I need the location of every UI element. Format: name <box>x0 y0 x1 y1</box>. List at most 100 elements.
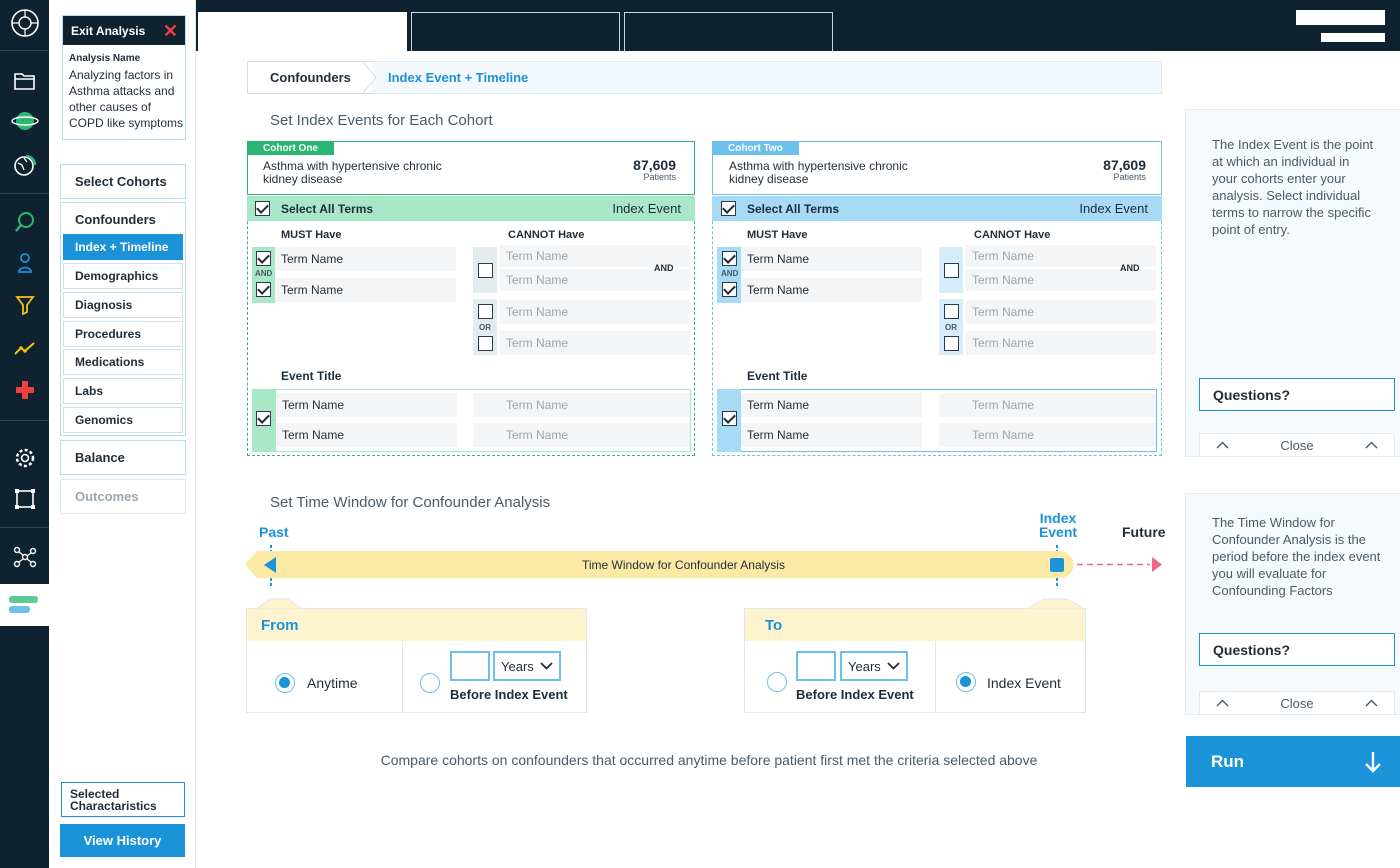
to-unit-select[interactable]: Years <box>840 651 908 681</box>
to-before-label: Before Index Event <box>796 687 914 702</box>
cannot-term-checkbox[interactable] <box>944 304 959 319</box>
chevron-down-icon <box>887 662 900 670</box>
cannot-term-checkbox[interactable] <box>944 263 959 278</box>
cannot-have-label: CANNOT Have <box>508 229 585 241</box>
globe-network-icon[interactable] <box>0 106 49 136</box>
term-field[interactable]: Term Name <box>741 247 922 271</box>
term-field[interactable]: Term Name <box>276 393 457 417</box>
analysis-tab-active[interactable] <box>0 584 49 626</box>
must-term-checkbox[interactable] <box>722 282 737 297</box>
balance-button[interactable]: Balance <box>60 440 186 475</box>
top-tab[interactable] <box>624 12 833 51</box>
medical-cross-icon[interactable] <box>0 375 49 405</box>
sub-genomics[interactable]: Genomics <box>63 407 183 433</box>
sub-diagnosis[interactable]: Diagnosis <box>63 292 183 318</box>
term-field[interactable]: Term Name <box>741 278 922 302</box>
term-field[interactable]: Term Name <box>939 393 1156 417</box>
from-unit-select[interactable]: Years <box>493 651 561 681</box>
to-index-event-radio[interactable] <box>956 672 976 692</box>
cohort-one-name: Asthma with hypertensive chronic kidney … <box>263 159 442 186</box>
time-section-title: Set Time Window for Confounder Analysis <box>270 494 551 511</box>
breadcrumb-confounders[interactable]: Confounders <box>247 61 372 94</box>
term-field[interactable]: Term Name <box>741 393 922 417</box>
cannot-term-checkbox[interactable] <box>478 304 493 319</box>
close-help-button[interactable]: Close <box>1199 433 1395 457</box>
exit-analysis-button[interactable]: Exit Analysis ✕ <box>63 16 185 45</box>
close-icon[interactable]: ✕ <box>163 21 178 42</box>
index-event-handle[interactable] <box>1050 558 1064 572</box>
and-label: AND <box>255 269 273 278</box>
from-years-input[interactable] <box>450 651 490 681</box>
user-name-block[interactable] <box>1296 10 1385 25</box>
chevron-down-icon <box>540 662 553 670</box>
sub-demographics[interactable]: Demographics <box>63 263 183 289</box>
outcomes-button[interactable]: Outcomes <box>60 479 186 514</box>
network-icon[interactable] <box>0 542 49 572</box>
cannot-term-checkbox[interactable] <box>478 336 493 351</box>
and-label: AND <box>721 269 739 278</box>
must-term-checkbox[interactable] <box>256 282 271 297</box>
term-field[interactable]: Term Name <box>473 393 690 417</box>
sub-procedures[interactable]: Procedures <box>63 321 183 347</box>
questions-button[interactable]: Questions? <box>1199 378 1395 411</box>
from-before-label: Before Index Event <box>450 687 568 702</box>
term-field[interactable]: Term Name <box>966 300 1156 324</box>
cohort-one-select-all-row[interactable]: Select All Terms Index Event <box>247 196 695 221</box>
must-have-label: MUST Have <box>747 229 808 241</box>
chevron-up-icon <box>1216 441 1229 449</box>
trend-line-icon[interactable] <box>0 333 49 363</box>
chevron-up-icon <box>1365 699 1378 707</box>
cohort-two-select-all-row[interactable]: Select All Terms Index Event <box>712 196 1162 221</box>
must-term-checkbox[interactable] <box>722 251 737 266</box>
globe-icon[interactable] <box>0 150 49 180</box>
term-field[interactable]: Term Name <box>276 423 457 447</box>
user-role-block <box>1321 33 1385 42</box>
questions-button[interactable]: Questions? <box>1199 633 1395 666</box>
close-help-button[interactable]: Close <box>1199 691 1395 715</box>
must-term-checkbox[interactable] <box>256 251 271 266</box>
view-history-button[interactable]: View History <box>60 824 185 857</box>
from-before-radio[interactable] <box>420 673 440 693</box>
term-field[interactable]: Term Name <box>275 278 456 302</box>
to-before-radio[interactable] <box>767 672 787 692</box>
to-years-input[interactable] <box>796 651 836 681</box>
cohort-two-panel: Cohort Two Asthma with hypertensive chro… <box>712 141 1162 456</box>
search-icon[interactable] <box>0 207 49 237</box>
term-field[interactable]: Term Name <box>966 331 1156 355</box>
select-all-checkbox[interactable] <box>721 201 736 216</box>
folder-icon[interactable] <box>0 66 49 96</box>
logo-icon[interactable] <box>0 8 49 38</box>
breadcrumb-index-event[interactable]: Index Event + Timeline <box>388 70 528 85</box>
term-field[interactable]: Term Name <box>741 423 922 447</box>
to-unit-value: Years <box>848 658 881 674</box>
sub-labs[interactable]: Labs <box>63 378 183 404</box>
sub-medications[interactable]: Medications <box>63 349 183 375</box>
filter-icon[interactable] <box>0 290 49 320</box>
cannot-term-checkbox[interactable] <box>478 263 493 278</box>
cannot-term-checkbox[interactable] <box>944 336 959 351</box>
event-title-checkbox[interactable] <box>722 411 737 426</box>
from-anytime-radio[interactable] <box>275 673 295 693</box>
term-field[interactable]: Term Name <box>275 247 456 271</box>
selected-characteristics-button[interactable]: Selected Charactaristics <box>61 782 185 817</box>
select-all-checkbox[interactable] <box>255 201 270 216</box>
top-bar <box>49 0 1400 51</box>
index-event-marker-label: Index Event <box>1038 510 1078 540</box>
confounders-button[interactable]: Confounders <box>75 212 156 227</box>
cohort-one-tag: Cohort One <box>247 141 334 155</box>
select-cohorts-button[interactable]: Select Cohorts <box>60 164 186 199</box>
frame-icon[interactable] <box>0 484 49 514</box>
term-field[interactable]: Term Name <box>500 331 690 355</box>
term-field[interactable]: Term Name <box>500 300 690 324</box>
term-field[interactable]: Term Name <box>939 423 1156 447</box>
cohort-two-header: Cohort Two Asthma with hypertensive chro… <box>712 141 1162 195</box>
gear-icon[interactable] <box>0 443 49 473</box>
term-field[interactable]: Term Name <box>473 423 690 447</box>
top-tab-active[interactable] <box>198 12 407 51</box>
run-button[interactable]: Run <box>1186 736 1400 787</box>
event-title-checkbox[interactable] <box>256 411 271 426</box>
cohort-one-count: 87,609 <box>633 157 676 173</box>
sub-index-timeline[interactable]: Index + Timeline <box>63 234 183 260</box>
person-icon[interactable] <box>0 248 49 278</box>
top-tab[interactable] <box>411 12 620 51</box>
